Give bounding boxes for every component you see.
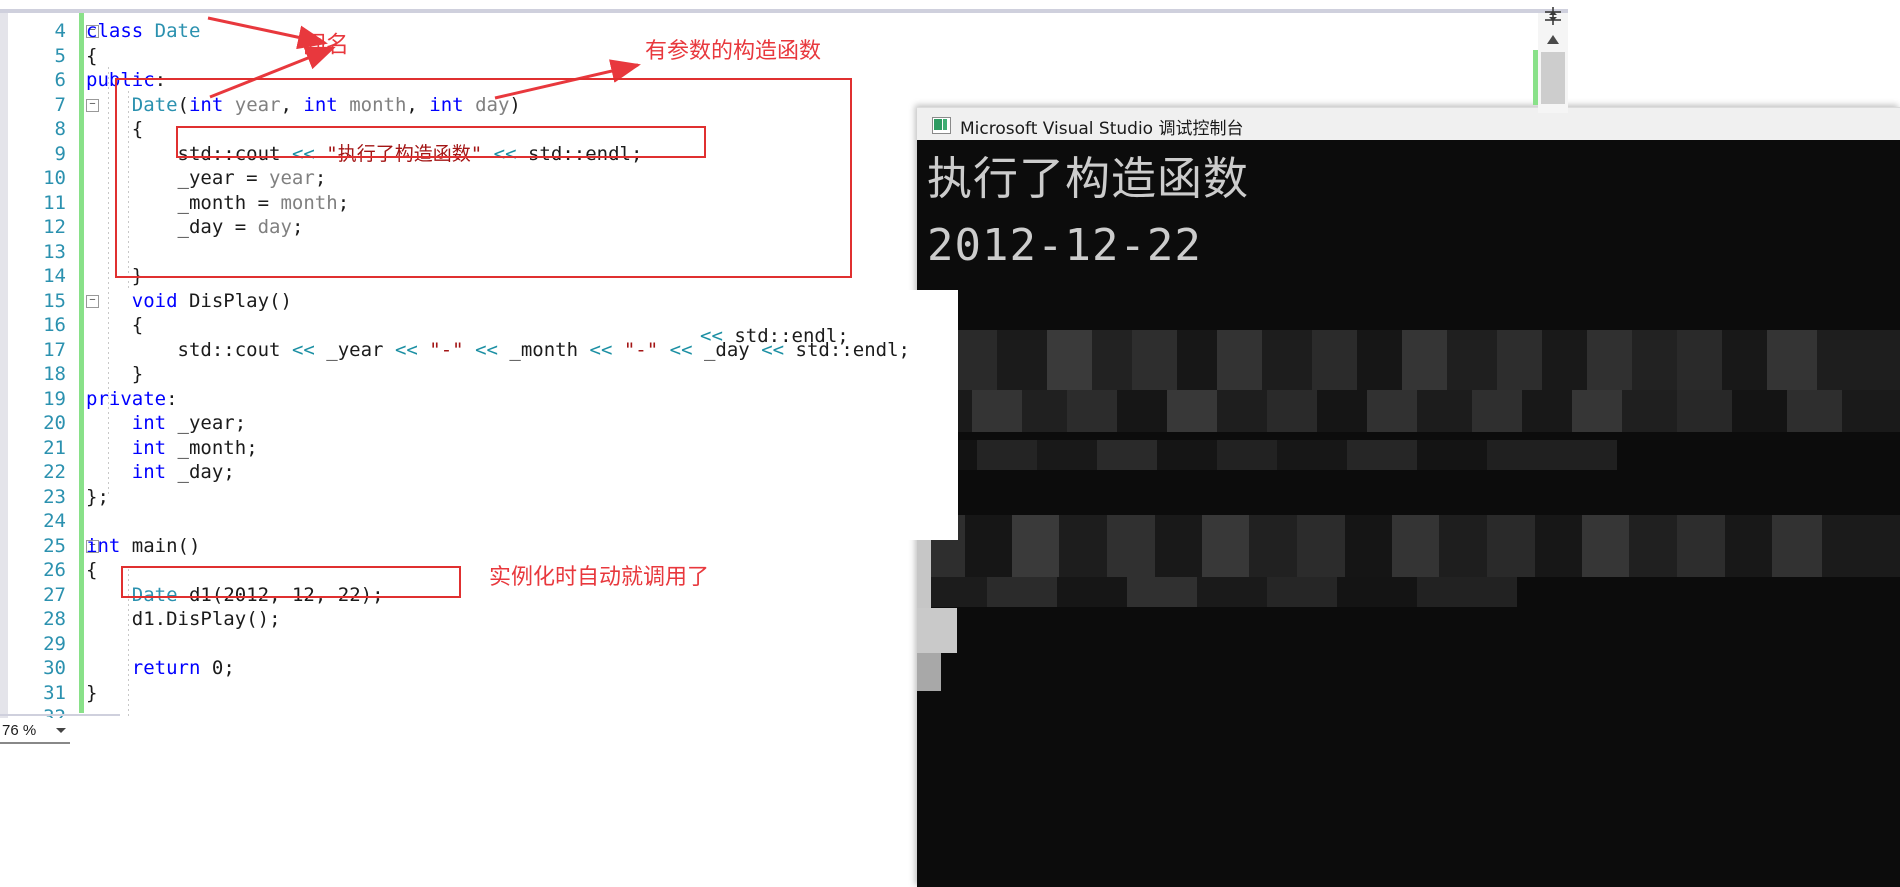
line-number: 30 <box>43 657 66 679</box>
redacted-block <box>917 515 1900 577</box>
console-output-area[interactable]: 执行了构造函数 2012-12-22 <box>917 140 1900 887</box>
line-number: 26 <box>43 559 66 581</box>
line-number: 5 <box>54 44 66 67</box>
line-number: 9 <box>54 142 66 165</box>
line-number: 22 <box>43 461 66 483</box>
annotation-box-constructor <box>115 78 852 278</box>
code-line-text: private: <box>86 387 178 410</box>
scrollbar-thumb[interactable] <box>1541 52 1565 104</box>
line-number: 10 <box>43 167 66 189</box>
annotation-label-param-ctor: 有参数的构造函数 <box>645 39 822 64</box>
line-number: 28 <box>43 608 66 630</box>
annotation-box-instantiation <box>121 566 461 598</box>
line-number: 14 <box>43 265 66 287</box>
status-divider <box>0 714 120 716</box>
code-line-text: int main() <box>86 534 201 557</box>
split-view-icon[interactable] <box>1543 6 1563 26</box>
line-number: 20 <box>43 412 66 434</box>
code-line-text: int _month; <box>131 436 258 459</box>
line-number: 15 <box>43 289 66 312</box>
code-line-text: } <box>86 681 98 704</box>
line-number: 24 <box>43 510 66 532</box>
window-overlap-mask <box>908 290 958 540</box>
line-number: 25 <box>43 534 66 557</box>
line-number: 19 <box>43 387 66 410</box>
code-line-text: int _year; <box>131 412 247 434</box>
zoom-level-value: 76 % <box>2 722 37 739</box>
redacted-sliver <box>917 608 957 653</box>
console-title-text: Microsoft Visual Studio 调试控制台 <box>960 119 1244 139</box>
line-number: 18 <box>43 363 66 385</box>
redacted-block <box>917 330 1900 390</box>
code-line-text: class Date <box>86 20 201 42</box>
code-line-text: { <box>86 314 144 336</box>
redacted-sliver <box>917 653 941 691</box>
line-number: 12 <box>43 216 66 238</box>
annotation-box-cout-line <box>176 126 706 158</box>
chevron-down-icon[interactable] <box>56 728 66 733</box>
line-number: 31 <box>43 681 66 704</box>
console-window[interactable]: Microsoft Visual Studio 调试控制台 执行了构造函数 20… <box>917 107 1900 887</box>
annotation-label-same-name: 同名 <box>303 32 349 58</box>
change-indicator-bar <box>79 13 84 713</box>
code-line-text: }; <box>86 485 109 508</box>
code-line-17-tail: << std::endl; <box>700 325 849 347</box>
overview-change-marker <box>1533 50 1538 105</box>
redacted-block <box>917 577 1517 607</box>
line-number: 17 <box>43 338 66 361</box>
line-number: 23 <box>43 485 66 508</box>
console-app-icon <box>932 117 951 134</box>
redacted-block <box>917 390 1900 432</box>
code-line-text: void DisPlay() <box>131 289 292 312</box>
line-number: 4 <box>54 20 66 42</box>
status-bar[interactable]: 76 % <box>0 718 130 744</box>
scroll-up-arrow-icon[interactable] <box>1545 33 1561 47</box>
line-number: 27 <box>43 583 66 606</box>
code-line-text: } <box>86 363 144 385</box>
line-number: 29 <box>43 632 66 655</box>
redacted-block <box>917 440 1617 470</box>
code-line-text: { <box>86 44 98 67</box>
code-line-text: { <box>86 559 98 581</box>
right-blank-area <box>1568 0 1900 107</box>
line-number: 8 <box>54 118 66 140</box>
line-number: 11 <box>43 191 66 214</box>
console-title-bar[interactable]: Microsoft Visual Studio 调试控制台 <box>917 107 1900 141</box>
line-number: 7 <box>54 93 66 116</box>
status-bottom-divider <box>0 742 70 744</box>
line-number: 16 <box>43 314 66 336</box>
console-output-line: 2012-12-22 <box>927 220 1202 271</box>
code-line-text: return 0; <box>131 657 235 679</box>
line-number: 13 <box>43 240 66 263</box>
annotation-label-auto-call: 实例化时自动就调用了 <box>489 565 710 590</box>
code-line-text: int _day; <box>131 461 235 483</box>
line-number: 21 <box>43 436 66 459</box>
console-output-line: 执行了构造函数 <box>927 152 1250 205</box>
code-line-text: d1.DisPlay(); <box>131 608 281 630</box>
line-number: 6 <box>54 69 66 91</box>
